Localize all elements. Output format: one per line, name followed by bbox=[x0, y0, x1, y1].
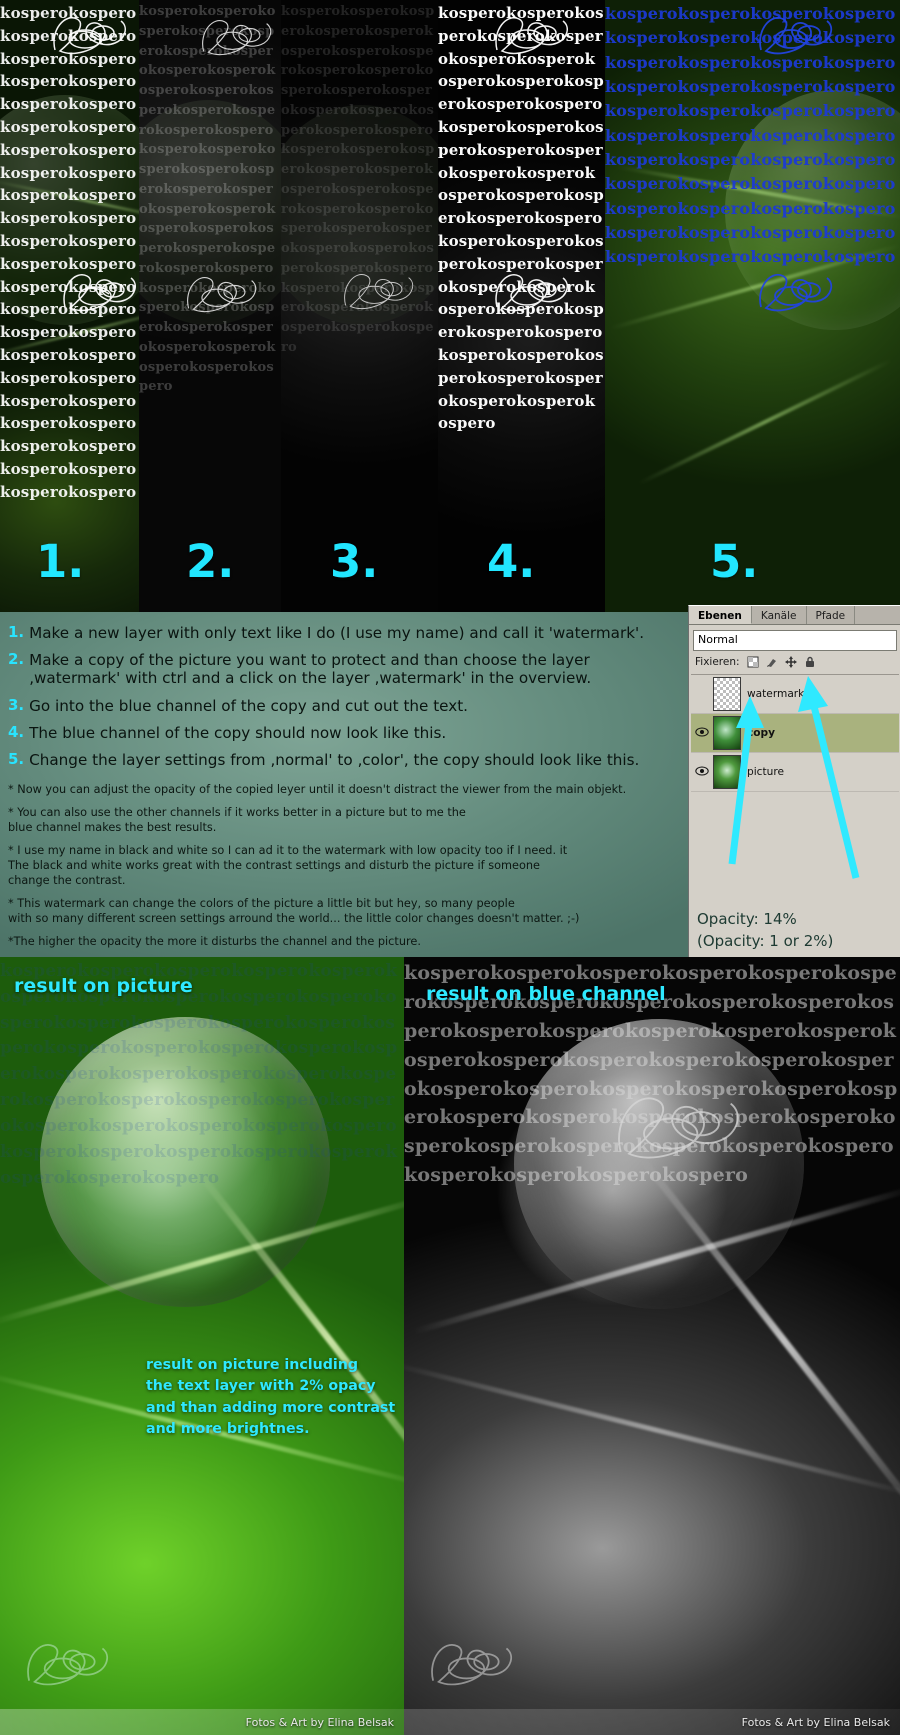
sample-column-5: kosperokosperokosperokosperokosperokospe… bbox=[605, 0, 900, 612]
signature-scribble-icon bbox=[336, 262, 422, 320]
sample-number-1: 1. bbox=[36, 535, 85, 588]
signature-scribble-icon bbox=[194, 8, 280, 66]
tab-ebenen[interactable]: Ebenen bbox=[689, 606, 752, 624]
step-text: The blue channel of the copy should now … bbox=[29, 723, 447, 742]
sample-column-2: kosperokosperokosperokosperokosperokospe… bbox=[139, 0, 281, 612]
sample-number-2: 2. bbox=[186, 535, 235, 588]
signature-scribble-icon bbox=[604, 1077, 754, 1177]
step-number: 2. bbox=[8, 650, 25, 669]
caption-result-detail: result on picture including the text lay… bbox=[146, 1357, 396, 1437]
step-number: 1. bbox=[8, 623, 25, 641]
signature-scribble-icon bbox=[55, 262, 139, 322]
step-text: Change the layer settings from ‚normal' … bbox=[29, 751, 640, 770]
result-on-blue-channel-image: kosperokosperokosperokosperokosperokospe… bbox=[404, 957, 900, 1735]
opacity-secondary-label: (Opacity: 1 or 2%) bbox=[697, 932, 834, 950]
instruction-note: * This watermark can change the colors o… bbox=[8, 896, 580, 925]
sample-column-1: kosperokosperokosperokosperokosperokospe… bbox=[0, 0, 139, 612]
tab-pfade[interactable]: Pfade bbox=[807, 606, 856, 624]
signature-scribble-icon bbox=[486, 5, 578, 65]
sample-column-4: kosperokosperokosperokosperokosperokospe… bbox=[438, 0, 605, 612]
caption-result-on-picture: result on picture bbox=[14, 975, 193, 997]
signature-scribble-icon bbox=[179, 265, 265, 323]
instruction-step: 1. Make a new layer with only text like … bbox=[8, 623, 680, 642]
signature-scribble-icon bbox=[750, 262, 842, 322]
instruction-step: 4. The blue channel of the copy should n… bbox=[8, 722, 680, 742]
sample-number-4: 4. bbox=[487, 535, 536, 588]
transparency-lock-icon[interactable] bbox=[747, 656, 759, 668]
annotation-arrow-to-watermark bbox=[760, 650, 870, 880]
opacity-primary-label: Opacity: 14% bbox=[697, 910, 797, 928]
step-number: 5. bbox=[8, 750, 25, 769]
instruction-note: *The higher the opacity the more it dist… bbox=[8, 934, 421, 948]
credit-text: Fotos & Art by Elina Belsak bbox=[245, 1716, 394, 1729]
tab-kanaele[interactable]: Kanäle bbox=[752, 606, 807, 624]
result-on-picture-image: kosperokosperokosperokosperokosperokospe… bbox=[0, 957, 404, 1735]
step-number: 4. bbox=[8, 722, 25, 741]
signature-scribble-icon bbox=[18, 1629, 118, 1699]
signature-scribble-icon bbox=[750, 5, 842, 65]
step-number: 3. bbox=[8, 695, 25, 714]
instruction-note: * Now you can adjust the opacity of the … bbox=[8, 783, 627, 797]
sample-number-5: 5. bbox=[710, 535, 759, 588]
caption-result-on-blue-channel: result on blue channel bbox=[426, 983, 666, 1005]
sample-column-3: kosperokosperokosperokosperokosperokospe… bbox=[281, 0, 438, 612]
opacity-annotations: Opacity: 14% (Opacity: 1 or 2%) bbox=[689, 908, 900, 952]
instruction-step: 3. Go into the blue channel of the copy … bbox=[8, 695, 680, 715]
signature-scribble-icon bbox=[45, 5, 135, 65]
step-text: Make a copy of the picture you want to p… bbox=[29, 651, 592, 688]
instruction-step: 2. Make a copy of the picture you want t… bbox=[8, 650, 680, 688]
palette-tabs[interactable]: Ebenen Kanäle Pfade bbox=[689, 606, 900, 625]
watermark-text-fill-result-right: kosperokosperokosperokosperokosperokospe… bbox=[404, 962, 898, 1187]
step-text: Go into the blue channel of the copy and… bbox=[29, 696, 469, 715]
results-section: kosperokosperokosperokosperokosperokospe… bbox=[0, 957, 900, 1735]
credit-text: Fotos & Art by Elina Belsak bbox=[741, 1716, 890, 1729]
step-text: Make a new layer with only text like I d… bbox=[29, 624, 645, 642]
blend-mode-select[interactable]: Normal bbox=[693, 630, 897, 651]
sample-columns-strip: kosperokosperokosperokosperokosperokospe… bbox=[0, 0, 900, 612]
lock-label: Fixieren: bbox=[695, 656, 740, 668]
instructions-panel: 1. Make a new layer with only text like … bbox=[0, 612, 688, 957]
sample-number-3: 3. bbox=[330, 535, 379, 588]
signature-scribble-icon bbox=[486, 262, 578, 322]
watermark-text-fill-result-left: kosperokosperokosperokosperokosperokospe… bbox=[0, 961, 398, 1188]
tutorial-page: kosperokosperokosperokosperokosperokospe… bbox=[0, 0, 900, 1735]
signature-scribble-icon bbox=[422, 1629, 522, 1699]
instruction-note: * I use my name in black and white so I … bbox=[8, 844, 568, 887]
instruction-note: * You can also use the other channels if… bbox=[8, 806, 466, 835]
instruction-step: 5. Change the layer settings from ‚norma… bbox=[8, 750, 680, 770]
